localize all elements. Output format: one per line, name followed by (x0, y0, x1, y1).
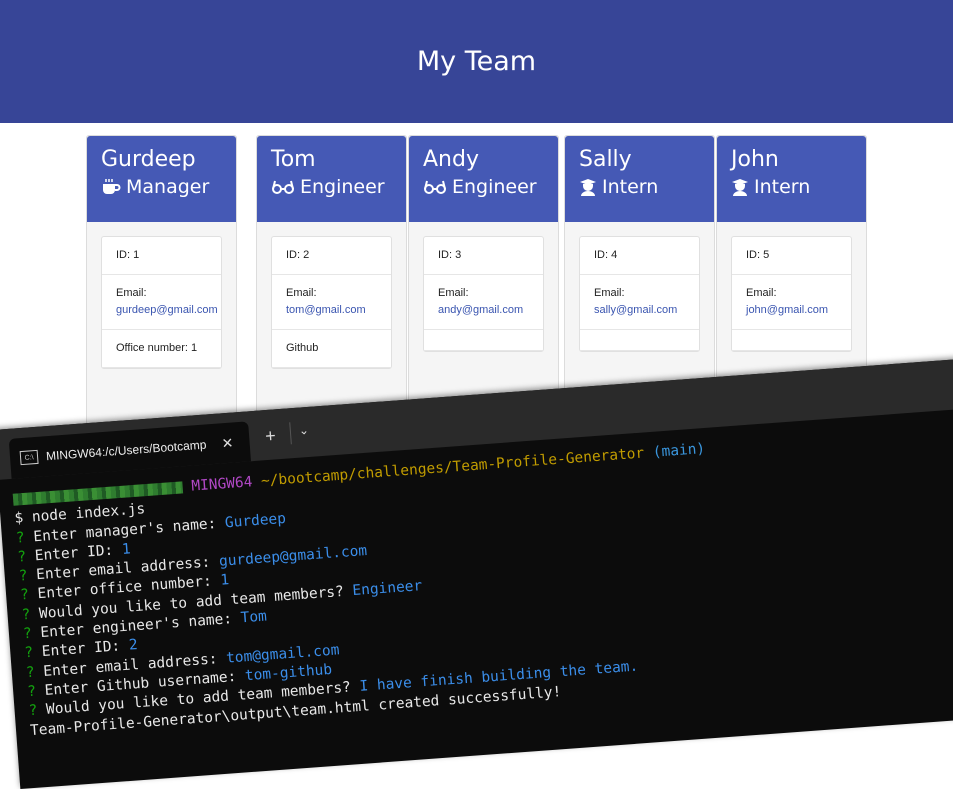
employee-info: ID: 2 Email: tom@gmail.com Github (271, 236, 392, 369)
email-row: Email: john@gmail.com (732, 275, 851, 330)
email-row: Email: sally@gmail.com (580, 275, 699, 330)
glasses-icon (424, 180, 446, 194)
role-label: Engineer (300, 176, 385, 198)
employee-info: ID: 4 Email: sally@gmail.com (579, 236, 700, 352)
github-row (424, 330, 543, 351)
graduate-icon (732, 179, 748, 196)
card-header: Andy Engineer (409, 136, 558, 222)
email-label: Email: (438, 287, 469, 299)
employee-id: ID: 5 (732, 237, 851, 275)
employee-name: Gurdeep (101, 147, 196, 172)
employee-id: ID: 1 (102, 237, 221, 275)
employee-role: Engineer (271, 176, 406, 198)
employee-info: ID: 3 Email: andy@gmail.com (423, 236, 544, 352)
graduate-icon (580, 179, 596, 196)
email-link[interactable]: tom@gmail.com (286, 304, 366, 316)
coffee-icon (103, 179, 121, 194)
tab-title: MINGW64:/c/Users/Bootcamp (45, 437, 207, 464)
card-header: John Intern (717, 136, 866, 222)
answer-text: Tom (240, 608, 268, 627)
employee-id: ID: 2 (272, 237, 391, 275)
answer-text: 1 (121, 541, 132, 558)
employee-name: Andy (423, 147, 479, 172)
terminal-icon: C:\ (19, 449, 39, 466)
github-row: Github (272, 330, 391, 368)
employee-name: Sally (579, 147, 632, 172)
email-label: Email: (746, 287, 777, 299)
email-row: Email: gurdeep@gmail.com (102, 275, 221, 330)
close-icon[interactable]: ✕ (221, 434, 234, 452)
school-row (580, 330, 699, 351)
prompt-branch: (main) (652, 440, 706, 461)
employee-name: John (731, 147, 779, 172)
employee-info: ID: 1 Email: gurdeep@gmail.com Office num… (101, 236, 222, 369)
employee-role: Manager (101, 176, 236, 198)
employee-role: Intern (579, 176, 714, 198)
role-label: Intern (754, 176, 811, 198)
card-header: Gurdeep Manager (87, 136, 236, 222)
card-header: Tom Engineer (257, 136, 406, 222)
school-row (732, 330, 851, 351)
answer-text: Engineer (351, 577, 423, 599)
office-number: Office number: 1 (102, 330, 221, 368)
email-link[interactable]: andy@gmail.com (438, 304, 523, 316)
prompt-host: MINGW64 (190, 474, 253, 495)
answer-text: 2 (128, 637, 139, 655)
employee-id: ID: 4 (580, 237, 699, 275)
email-link[interactable]: gurdeep@gmail.com (116, 304, 218, 316)
answer-text: 1 (219, 572, 230, 590)
glasses-icon (272, 180, 294, 194)
new-tab-icon[interactable]: + (264, 425, 276, 447)
answer-text: Gurdeep (224, 510, 287, 531)
email-link[interactable]: sally@gmail.com (594, 304, 677, 316)
employee-role: Engineer (423, 176, 558, 198)
chevron-down-icon[interactable]: ⌄ (298, 423, 309, 438)
email-row: Email: tom@gmail.com (272, 275, 391, 330)
page-title: My Team (416, 46, 537, 77)
email-link[interactable]: john@gmail.com (746, 304, 828, 316)
email-label: Email: (116, 287, 147, 299)
employee-id: ID: 3 (424, 237, 543, 275)
email-label: Email: (594, 287, 625, 299)
role-label: Intern (602, 176, 659, 198)
page-header: My Team (0, 0, 953, 123)
employee-name: Tom (271, 147, 316, 172)
email-label: Email: (286, 287, 317, 299)
role-label: Manager (126, 176, 210, 198)
tab-divider (289, 422, 292, 445)
email-row: Email: andy@gmail.com (424, 275, 543, 330)
employee-role: Intern (731, 176, 866, 198)
terminal-window[interactable]: C:\ MINGW64:/c/Users/Bootcamp ✕ + ⌄ MING… (0, 355, 953, 789)
card-header: Sally Intern (565, 136, 714, 222)
employee-info: ID: 5 Email: john@gmail.com (731, 236, 852, 352)
role-label: Engineer (452, 176, 537, 198)
